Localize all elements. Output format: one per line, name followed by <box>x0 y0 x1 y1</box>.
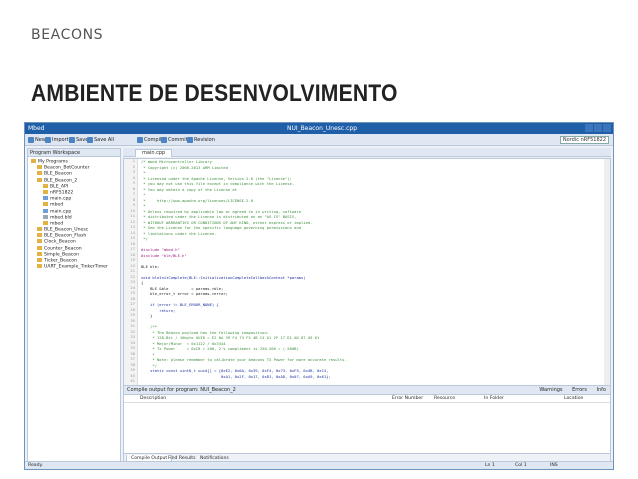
code-area[interactable]: 1 2 3 4 5 6 7 8 9 10 11 12 13 14 15 16 17 18 19 20 21 22 23 24 2… <box>123 158 611 394</box>
tree-item-label: My Programs <box>38 159 68 165</box>
code-lines: /* mbed Microcontroller Library * Copyri… <box>141 159 601 385</box>
toolbar-save-all-button[interactable]: Save All <box>87 136 114 144</box>
folder-icon <box>37 177 42 182</box>
status-line: Ln 1 <box>485 463 495 468</box>
tree-item-label: UART_Example_TinkerTimer <box>44 264 108 270</box>
ide-app-name: Mbed <box>28 125 45 132</box>
compile-icon <box>137 137 143 143</box>
tree-item-label: Counter_Beacon <box>44 246 82 252</box>
maximize-icon[interactable] <box>594 124 602 132</box>
folder-icon <box>37 239 42 244</box>
tree-item-label: BLE_Beacon_2 <box>44 178 78 184</box>
column-location[interactable]: Location <box>564 395 583 403</box>
tree-item-label: main.cpp <box>50 196 72 202</box>
folder-icon <box>37 264 42 269</box>
tree-item-label: BLE_Beacon_Flash <box>44 233 87 239</box>
compile-output-panel: Compile output for program: NUI_Beacon_2… <box>123 385 611 463</box>
column-in-folder[interactable]: In Folder <box>484 395 504 403</box>
folder-icon <box>37 245 42 250</box>
window-controls <box>584 124 611 134</box>
folder-icon <box>43 189 48 194</box>
device-label: Nordic nRF51822 <box>559 136 609 144</box>
editor-scrollbar[interactable] <box>604 159 610 393</box>
output-filters: Warnings Errors Info <box>531 386 606 395</box>
column-description[interactable]: Description <box>140 395 166 403</box>
line-numbers: 1 2 3 4 5 6 7 8 9 10 11 12 13 14 15 16 17 18 19 20 21 22 23 24 2… <box>124 159 138 393</box>
toolbar-revision-button[interactable]: Revision <box>187 136 215 144</box>
column-resource[interactable]: Resource <box>434 395 455 403</box>
editor-tabs: main.cpp <box>123 148 611 157</box>
ide-screenshot: Mbed NUI_Beacon_Unesc.cpp New Import Sav… <box>24 122 614 470</box>
filter-warnings[interactable]: Warnings <box>539 387 562 393</box>
line-number: 41 <box>130 379 135 383</box>
new-icon <box>28 137 34 143</box>
folder-icon <box>31 159 36 163</box>
output-header: Compile output for program: NUI_Beacon_2… <box>124 386 610 395</box>
tree-item-label: main.cpp <box>50 209 72 214</box>
revision-icon <box>187 137 193 143</box>
sidebar-header: Program Workspace <box>28 149 120 157</box>
tree-item-label: mbed <box>50 221 64 227</box>
output-columns: Description Error Number Resource In Fol… <box>124 395 610 403</box>
program-tree: My Programs Beacon_BotCounter BLE_Beacon BL… <box>28 157 120 270</box>
save-all-icon <box>87 137 93 143</box>
folder-icon <box>37 227 42 232</box>
tab-main-cpp[interactable]: main.cpp <box>135 149 173 157</box>
folder-icon <box>43 202 48 207</box>
status-text: Ready. <box>28 463 44 468</box>
tree-item-label: nRF51822 <box>50 190 74 196</box>
tree-item[interactable]: UART_Example_TinkerTimer <box>28 264 120 270</box>
folder-icon <box>43 183 48 188</box>
file-icon <box>43 214 48 219</box>
filter-info[interactable]: Info <box>597 387 606 393</box>
ide-titlebar: Mbed NUI_Beacon_Unesc.cpp <box>25 123 613 134</box>
toolbar-label: Revision <box>194 137 215 143</box>
tree-item-label: Clock_Beacon <box>44 239 76 245</box>
tree-item-label: Beacon_BotCounter <box>44 165 90 171</box>
toolbar-label: Save All <box>94 137 115 143</box>
program-workspace: Program Workspace My Programs Beacon_BotC… <box>27 148 121 462</box>
tree-item-label: Simple_Beacon <box>44 252 80 258</box>
folder-icon <box>37 258 42 262</box>
toolbar-save-button[interactable]: Save <box>69 136 88 144</box>
toolbar-label: Import <box>52 137 69 143</box>
status-column: Col 1 <box>515 463 527 468</box>
tree-item-label: mbed <box>50 202 64 208</box>
folder-icon <box>37 251 42 256</box>
toolbar-commit-button[interactable]: Commit <box>161 136 188 144</box>
close-icon[interactable] <box>603 124 611 132</box>
folder-icon <box>37 165 42 170</box>
slide-kicker: BEACONS <box>31 27 104 43</box>
save-icon <box>69 137 75 143</box>
file-icon <box>43 208 48 213</box>
ide-document-title: NUI_Beacon_Unesc.cpp <box>287 125 358 132</box>
output-title: Compile output for program: NUI_Beacon_2 <box>127 387 236 393</box>
tree-item-label: BLE_Beacon_Unesc <box>44 227 89 233</box>
ide-toolbar: New Import Save Save All Compile Commit … <box>25 134 613 146</box>
filter-errors[interactable]: Errors <box>572 387 587 393</box>
folder-icon <box>43 220 48 225</box>
tree-item-label: BLE_Beacon <box>44 171 72 177</box>
toolbar-import-button[interactable]: Import <box>45 136 69 144</box>
column-error-number[interactable]: Error Number <box>392 395 423 403</box>
status-bar: Ready. Ln 1 Col 1 INS <box>25 461 613 469</box>
tree-item-label: mbed.bld <box>50 215 72 221</box>
slide-title: AMBIENTE DE DESENVOLVIMENTO <box>31 80 398 107</box>
status-mode: INS <box>550 463 558 468</box>
minimize-icon[interactable] <box>585 124 593 132</box>
toolbar-label: Commit <box>168 137 188 143</box>
device-selector[interactable]: Nordic nRF51822 <box>558 136 609 144</box>
commit-icon <box>161 137 167 143</box>
file-icon <box>43 196 48 201</box>
tree-item-label: Ticker_Beacon <box>44 258 78 264</box>
folder-icon <box>37 171 42 176</box>
folder-icon <box>37 233 42 238</box>
tree-item-label: BLE_API <box>50 184 69 190</box>
toolbar-new-button[interactable]: New <box>28 136 46 144</box>
import-icon <box>45 137 51 143</box>
